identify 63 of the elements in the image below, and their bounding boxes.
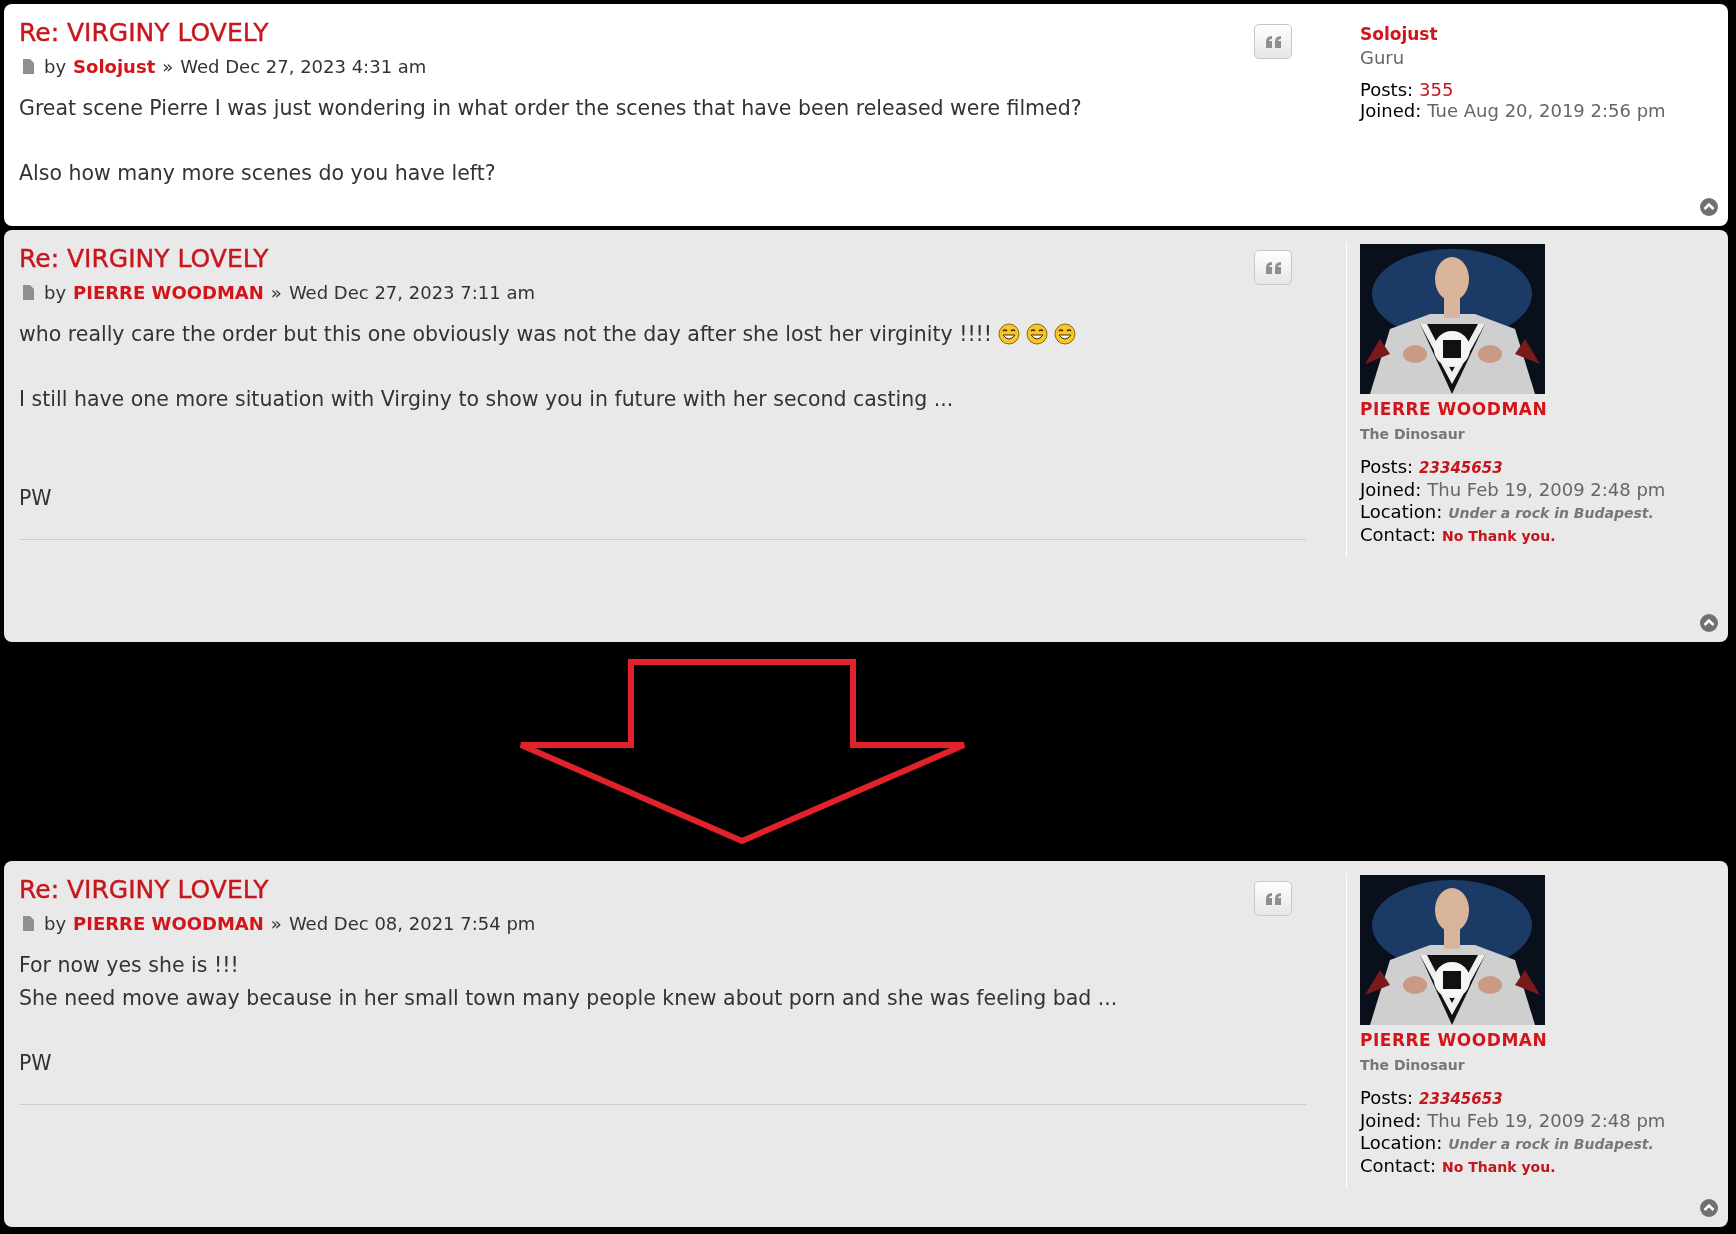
grin-icon: [998, 323, 1021, 345]
username-link[interactable]: PIERRE WOODMAN: [1360, 1028, 1728, 1054]
post-date: Wed Dec 08, 2021 7:54 pm: [288, 912, 536, 936]
user-rank: The Dinosaur: [1360, 424, 1466, 444]
field-value: Thu Feb 19, 2009 2:48 pm: [1427, 1109, 1666, 1132]
post-text: Also how many more scenes do you have left?: [19, 160, 497, 187]
field-label: Joined:: [1360, 99, 1422, 121]
by-label: by: [44, 55, 67, 79]
grin-icon: [1054, 323, 1077, 345]
post-title[interactable]: Re: VIRGINY LOVELY: [19, 242, 535, 276]
field-label: Joined:: [1360, 478, 1422, 501]
field-label: Posts:: [1360, 455, 1414, 478]
field-label: Posts:: [1360, 1086, 1414, 1109]
author-link[interactable]: PIERRE WOODMAN: [73, 279, 264, 306]
quote-button[interactable]: [1254, 250, 1292, 285]
field-value[interactable]: 23345653: [1419, 1087, 1503, 1110]
field-label: Location:: [1360, 500, 1443, 523]
field-value: No Thank you.: [1442, 1157, 1556, 1177]
post-title[interactable]: Re: VIRGINY LOVELY: [19, 873, 536, 907]
quote-button[interactable]: [1254, 24, 1292, 59]
file-icon: [22, 285, 34, 300]
grin-icon: [1026, 323, 1049, 345]
username-link[interactable]: PIERRE WOODMAN: [1360, 397, 1728, 423]
post-text: PW: [19, 485, 53, 512]
separator-text: »: [162, 55, 174, 79]
by-label: by: [44, 281, 67, 305]
post-text: For now yes she is !!! She need move away because in her small town many people knew about porn and she was feeling bad ...: [19, 952, 1119, 1012]
field-value: Thu Feb 19, 2009 2:48 pm: [1427, 478, 1666, 501]
file-icon: [22, 59, 34, 74]
field-label: Contact:: [1360, 1154, 1437, 1177]
field-label: Joined:: [1360, 1109, 1422, 1132]
post-text: Great scene Pierre I was just wondering in what order the scenes that have been released were filmed?: [19, 95, 1083, 122]
quote-icon: [1264, 260, 1282, 275]
field-value: No Thank you.: [1442, 526, 1556, 546]
field-label: Location:: [1360, 1131, 1443, 1154]
back-to-top-icon[interactable]: [1700, 614, 1718, 632]
quote-button[interactable]: [1254, 881, 1292, 916]
author-link[interactable]: PIERRE WOODMAN: [73, 910, 264, 937]
post-title[interactable]: Re: VIRGINY LOVELY: [19, 16, 427, 50]
post-date: Wed Dec 27, 2023 7:11 am: [288, 281, 535, 305]
field-value: Tue Aug 20, 2019 2:56 pm: [1427, 99, 1666, 121]
field-label: Contact:: [1360, 523, 1437, 546]
separator-text: »: [270, 912, 282, 936]
quote-icon: [1264, 891, 1282, 906]
post-date: Wed Dec 27, 2023 4:31 am: [180, 55, 427, 79]
field-value[interactable]: 355: [1419, 78, 1454, 100]
field-value[interactable]: 23345653: [1419, 456, 1503, 479]
file-icon: [22, 916, 34, 931]
username-link[interactable]: Solojust: [1360, 22, 1728, 48]
quote-icon: [1264, 34, 1282, 49]
post-text: who really care the order but this one obviously was not the day after she lost her virginity !!!!: [19, 318, 1292, 351]
back-to-top-icon[interactable]: [1700, 1199, 1718, 1217]
separator-text: »: [270, 281, 282, 305]
post-text: I still have one more situation with Virginy to show you in future with her second casting ...: [19, 386, 955, 413]
back-to-top-icon[interactable]: [1700, 198, 1718, 216]
post-text: PW: [19, 1050, 53, 1077]
field-value: Under a rock in Budapest.: [1448, 1134, 1654, 1154]
author-link[interactable]: Solojust: [73, 53, 156, 80]
user-rank: The Dinosaur: [1360, 1055, 1466, 1075]
user-rank: Guru: [1360, 47, 1406, 68]
field-label: Posts:: [1360, 78, 1414, 100]
by-label: by: [44, 912, 67, 936]
field-value: Under a rock in Budapest.: [1448, 503, 1654, 523]
